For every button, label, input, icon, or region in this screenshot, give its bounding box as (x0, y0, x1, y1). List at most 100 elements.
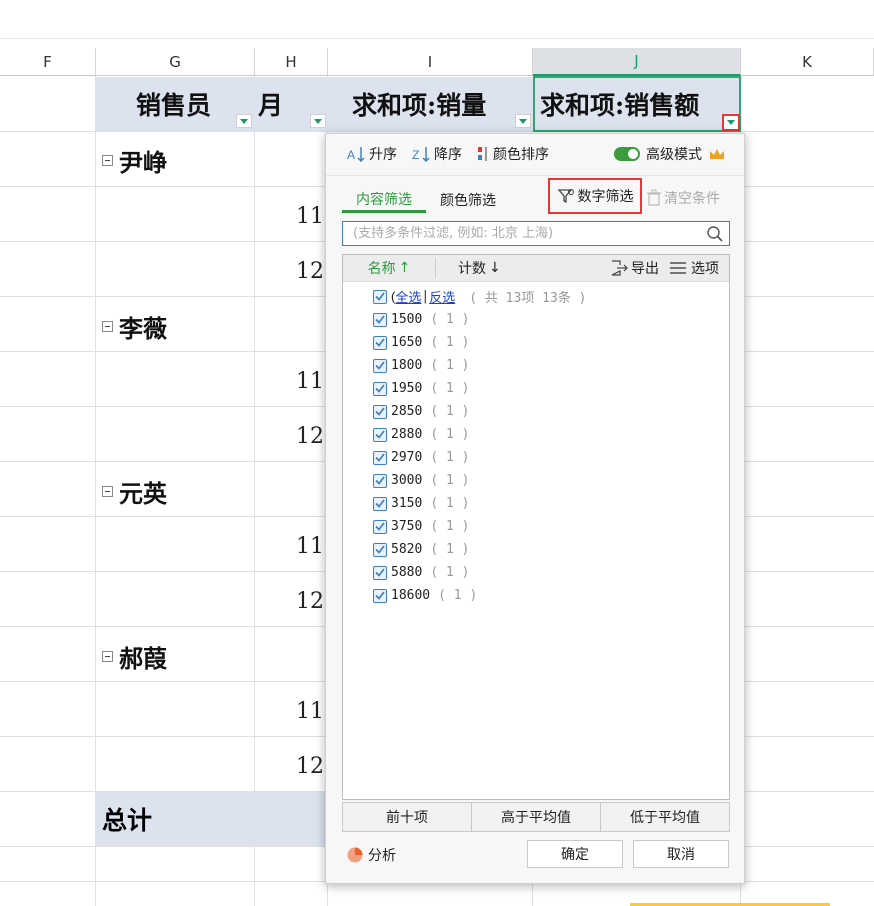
filter-value-list: 名称 ↑ 计数 ↓ 导出 选项 ( 全选 | 反选 ( 共 13项 13条 ) (342, 254, 730, 800)
check-icon (375, 384, 385, 393)
collapse-icon[interactable] (102, 155, 113, 166)
list-item[interactable]: 1650 ( 1 ) (373, 331, 469, 354)
item-count: ( 1 ) (430, 404, 470, 419)
item-checkbox[interactable] (373, 427, 387, 442)
tab-color-filter[interactable]: 颜色筛选 (426, 189, 510, 211)
item-count: ( 1 ) (430, 427, 470, 442)
number-filter-button[interactable]: 数字筛选 (548, 178, 642, 214)
collapse-icon[interactable] (102, 486, 113, 497)
list-item[interactable]: 5880 ( 1 ) (373, 561, 469, 584)
filter-search-box[interactable] (342, 221, 730, 246)
item-checkbox[interactable] (373, 404, 387, 419)
item-checkbox[interactable] (373, 312, 387, 327)
header-salesperson-label: 销售员 (136, 91, 212, 120)
top-ten-button[interactable]: 前十项 (343, 803, 472, 831)
cancel-button[interactable]: 取消 (633, 840, 729, 868)
group-row-hao[interactable]: 郝葭 (102, 639, 167, 674)
group-row-yin[interactable]: 尹峥 (102, 143, 167, 178)
filter-search-input[interactable] (343, 225, 706, 242)
item-checkbox[interactable] (373, 519, 387, 534)
options-button[interactable]: 选项 (669, 258, 719, 278)
item-checkbox[interactable] (373, 565, 387, 580)
item-count: ( 1 ) (430, 381, 470, 396)
item-checkbox[interactable] (373, 496, 387, 511)
column-header-k[interactable]: K (741, 48, 874, 76)
filter-icon (557, 189, 574, 204)
clear-conditions-button[interactable]: 清空条件 (646, 188, 720, 208)
col-count-label: 计数 (458, 261, 486, 277)
amount-filter-dropdown[interactable] (722, 114, 740, 131)
month-cell: 11 (296, 369, 324, 394)
list-item[interactable]: 2970 ( 1 ) (373, 446, 469, 469)
check-icon (375, 338, 385, 347)
search-icon[interactable] (706, 225, 724, 243)
item-checkbox[interactable] (373, 335, 387, 350)
list-item[interactable]: 1800 ( 1 ) (373, 354, 469, 377)
group-row-li[interactable]: 李薇 (102, 309, 167, 344)
below-average-button[interactable]: 低于平均值 (601, 803, 729, 831)
item-checkbox[interactable] (373, 358, 387, 373)
column-header-h[interactable]: H (255, 48, 328, 76)
check-icon (375, 545, 385, 554)
item-checkbox[interactable] (373, 381, 387, 396)
header-sum-qty-label: 求和项:销量 (352, 91, 487, 120)
item-count: ( 1 ) (430, 358, 470, 373)
item-checkbox[interactable] (373, 450, 387, 465)
list-header: 名称 ↑ 计数 ↓ 导出 选项 (343, 255, 729, 282)
above-average-button[interactable]: 高于平均值 (472, 803, 601, 831)
check-icon (375, 315, 385, 324)
qty-filter-dropdown[interactable] (515, 114, 531, 128)
month-filter-dropdown[interactable] (310, 114, 326, 128)
item-value: 5880 (391, 565, 423, 580)
month-cell: 12 (296, 424, 324, 449)
ok-button[interactable]: 确定 (527, 840, 623, 868)
item-value: 1950 (391, 381, 423, 396)
grid-line (254, 76, 255, 906)
salesperson-filter-dropdown[interactable] (236, 114, 252, 128)
column-header-g[interactable]: G (96, 48, 255, 76)
item-checkbox[interactable] (373, 542, 387, 557)
list-item[interactable]: 3150 ( 1 ) (373, 492, 469, 515)
group-row-yuan[interactable]: 元英 (102, 474, 167, 509)
link-separator: | (421, 289, 430, 304)
select-all-checkbox[interactable] (373, 289, 387, 304)
check-icon (375, 591, 385, 600)
check-icon (375, 361, 385, 370)
item-checkbox[interactable] (373, 473, 387, 488)
list-item[interactable]: 5820 ( 1 ) (373, 538, 469, 561)
export-button[interactable]: 导出 (609, 258, 659, 278)
list-item[interactable]: 2880 ( 1 ) (373, 423, 469, 446)
item-count: ( 1 ) (430, 450, 470, 465)
column-header-f[interactable]: F (0, 48, 96, 76)
sort-by-count-button[interactable]: 计数 ↓ (458, 258, 501, 278)
sort-by-name-button[interactable]: 名称 ↑ (343, 258, 436, 278)
list-item[interactable]: 3750 ( 1 ) (373, 515, 469, 538)
column-header-i[interactable]: I (328, 48, 533, 76)
sort-asc-button[interactable]: A 升序 (346, 144, 397, 164)
advanced-mode-toggle[interactable]: 高级模式 (614, 144, 726, 164)
header-salesperson[interactable]: 销售员 (96, 77, 255, 131)
list-item[interactable]: 1500 ( 1 ) (373, 308, 469, 331)
tab-content-filter[interactable]: 内容筛选 (342, 188, 426, 213)
analysis-button[interactable]: 分析 (346, 845, 396, 865)
arrow-down-icon: ↓ (489, 260, 501, 276)
pie-chart-icon (347, 847, 363, 863)
item-checkbox[interactable] (373, 588, 387, 603)
color-sort-button[interactable]: 颜色排序 (476, 144, 549, 164)
check-icon (375, 292, 385, 301)
list-item[interactable]: 3000 ( 1 ) (373, 469, 469, 492)
toggle-switch[interactable] (614, 147, 640, 161)
invert-selection-link[interactable]: 反选 (429, 287, 455, 306)
list-item[interactable]: 1950 ( 1 ) (373, 377, 469, 400)
sort-desc-label: 降序 (434, 147, 462, 163)
collapse-icon[interactable] (102, 651, 113, 662)
header-sum-qty[interactable]: 求和项:销量 (352, 77, 532, 131)
list-item[interactable]: 18600 ( 1 ) (373, 584, 477, 607)
collapse-icon[interactable] (102, 321, 113, 332)
sort-desc-button[interactable]: Z 降序 (411, 144, 462, 164)
item-count: ( 1 ) (430, 565, 470, 580)
list-item[interactable]: 2850 ( 1 ) (373, 400, 469, 423)
select-all-link[interactable]: 全选 (395, 287, 421, 306)
column-header-j[interactable]: J (533, 48, 741, 76)
select-all-row[interactable]: ( 全选 | 反选 ( 共 13项 13条 ) (373, 285, 586, 308)
